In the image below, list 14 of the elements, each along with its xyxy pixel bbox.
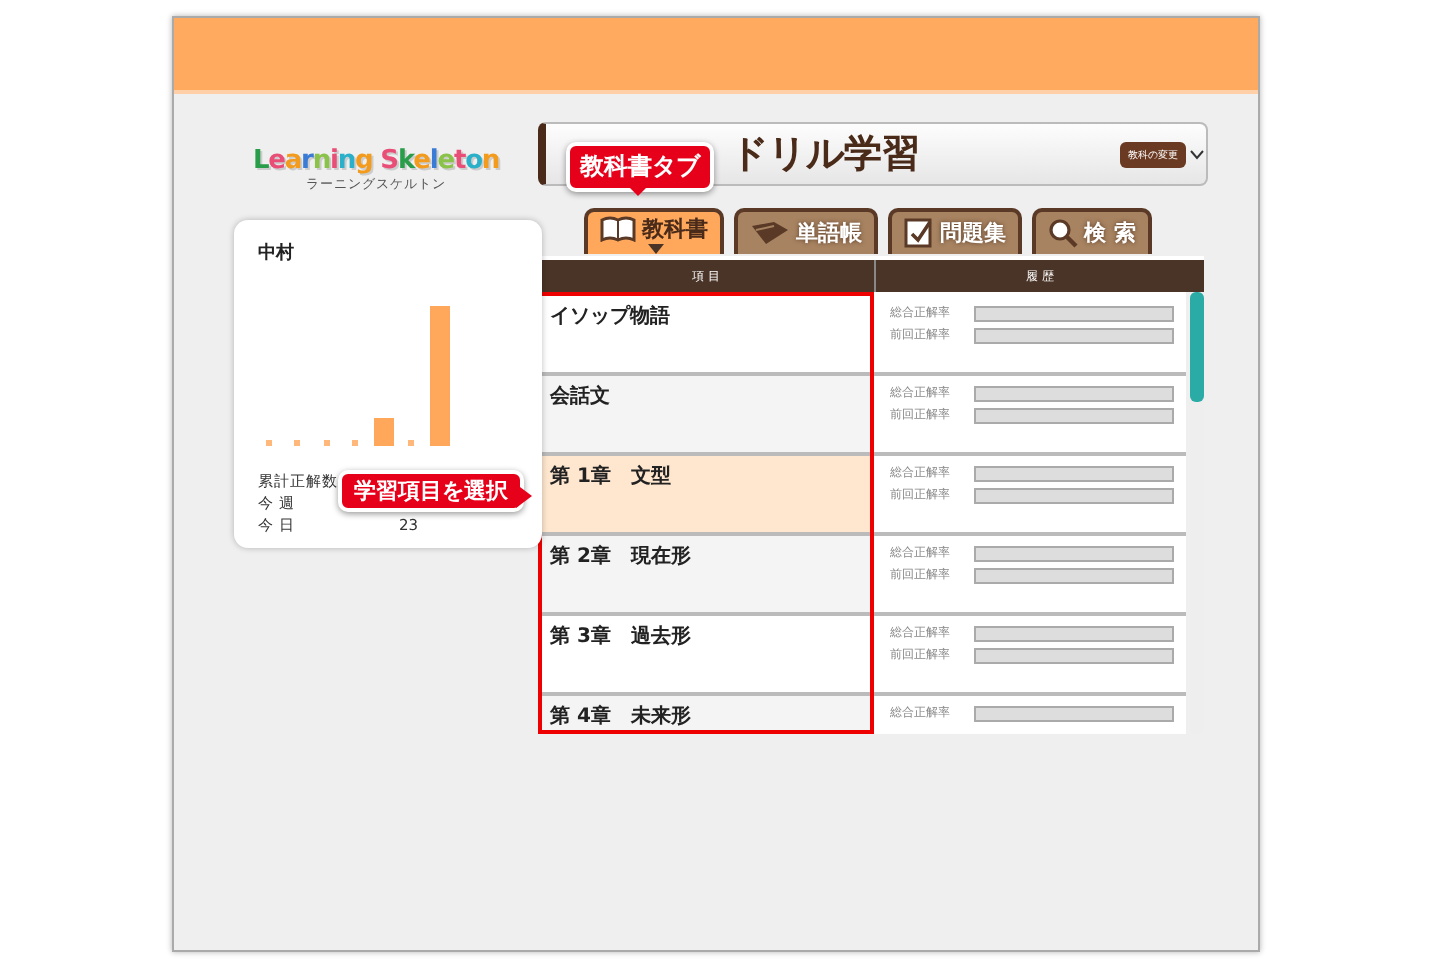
caret-icon <box>648 244 664 254</box>
lesson-item[interactable]: 第 2章 現在形 <box>542 536 870 616</box>
cards-icon <box>750 220 790 246</box>
checklist-icon <box>904 218 934 248</box>
lesson-item[interactable]: 第 4章 未来形 <box>542 696 870 730</box>
lesson-item[interactable]: 会話文 <box>542 376 870 456</box>
book-icon <box>600 216 636 242</box>
chevron-icon[interactable] <box>1190 149 1204 159</box>
logo-text: Learning Skeleton <box>252 146 500 176</box>
page-title: ドリル学習 <box>730 130 922 180</box>
tab[interactable]: 教科書 <box>584 208 724 254</box>
search-icon <box>1048 218 1078 248</box>
lesson-item[interactable]: 第 1章 文型 <box>542 456 870 536</box>
user-name: 中村 <box>258 240 296 266</box>
